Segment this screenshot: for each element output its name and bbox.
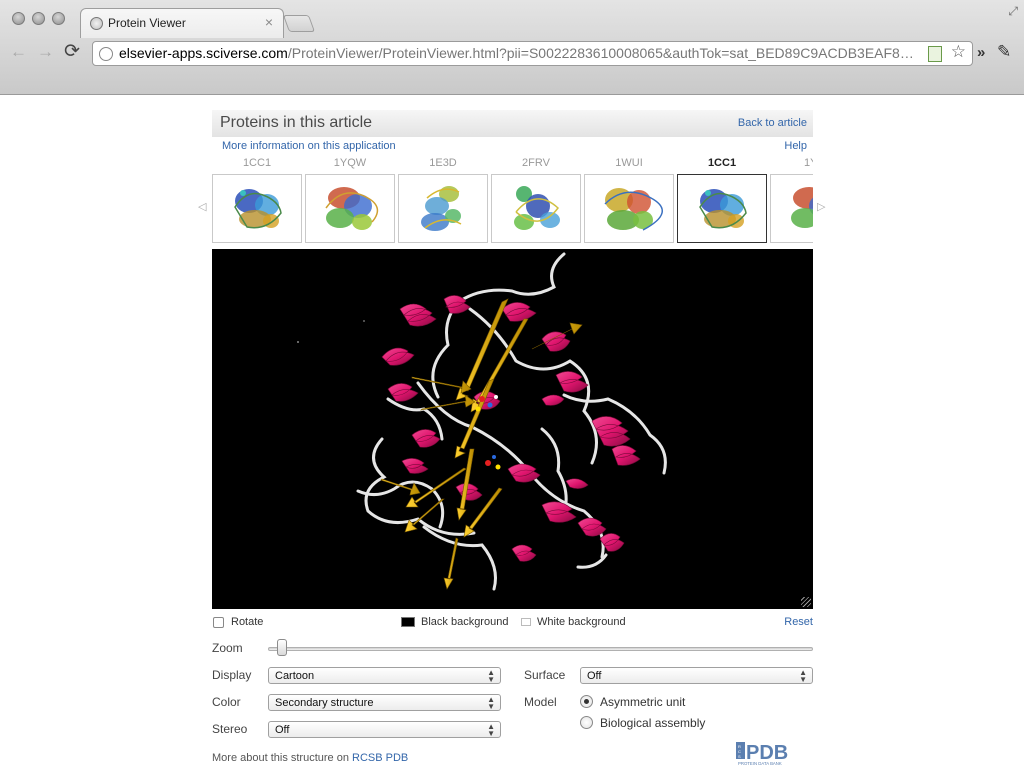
display-label: Display (212, 668, 252, 682)
reload-icon[interactable]: ⟳ (64, 42, 80, 62)
protein-thumbnail[interactable] (212, 174, 302, 243)
help-link[interactable]: Help (784, 140, 807, 152)
select-arrows-icon: ▲ ▼ (799, 668, 807, 684)
color-select[interactable]: Secondary structure ▲ ▼ (268, 694, 501, 711)
protein-thumbnail[interactable] (305, 174, 395, 243)
tab-close-icon[interactable]: × (265, 14, 273, 30)
thumbnail-label: 1WUI (615, 157, 643, 169)
wrench-icon[interactable]: ✎ (997, 42, 1011, 62)
reset-link[interactable]: Reset (784, 616, 813, 628)
footer-text: More about this structure on (212, 752, 349, 764)
rcsb-pdb-link[interactable]: RCSB PDB (352, 752, 408, 764)
page-title: Proteins in this article (220, 114, 373, 131)
protein-thumbnail-image (325, 187, 379, 230)
more-info-link[interactable]: More information on this application (222, 140, 396, 152)
stereo-select[interactable]: Off ▲ ▼ (268, 721, 501, 738)
rotate-label: Rotate (231, 616, 264, 628)
surface-label: Surface (524, 668, 566, 682)
display-select-value: Cartoon (275, 670, 315, 682)
footer-note: More about this structure on RCSB PDB (212, 752, 408, 764)
select-arrows-icon: ▲ ▼ (487, 695, 495, 711)
browser-chrome: Protein Viewer × ⤢ ← → ⟳ elsevier-apps.s… (0, 0, 1024, 95)
protein-thumbnail-image (604, 188, 663, 231)
color-label: Color (212, 695, 241, 709)
protein-thumbnail-image (699, 189, 747, 229)
tab-protein-viewer[interactable]: Protein Viewer × (80, 8, 284, 38)
tab-title: Protein Viewer (108, 16, 186, 30)
back-to-article-link[interactable]: Back to article (738, 117, 807, 129)
svg-text:S: S (738, 754, 741, 759)
svg-text:PROTEIN DATA BANK: PROTEIN DATA BANK (738, 761, 782, 766)
fullscreen-icon[interactable]: ⤢ (1008, 4, 1018, 19)
protein-thumbnail[interactable] (770, 174, 813, 243)
viewer-resize-handle[interactable] (801, 597, 811, 607)
display-select[interactable]: Cartoon ▲ ▼ (268, 667, 501, 684)
asymmetric-unit-label[interactable]: Asymmetric unit (600, 695, 685, 709)
protein-thumbnail[interactable] (398, 174, 488, 243)
site-info-icon[interactable] (99, 47, 113, 61)
white-swatch-icon (521, 618, 531, 626)
black-background-option[interactable]: Black background (401, 616, 508, 628)
bookmark-star-icon[interactable]: ☆ (951, 42, 966, 62)
select-arrows-icon: ▲ ▼ (487, 668, 495, 684)
thumbnail-label: 1YQ (803, 157, 813, 169)
surface-select[interactable]: Off ▲ ▼ (580, 667, 813, 684)
color-select-value: Secondary structure (275, 697, 374, 709)
protein-thumbnail-image (514, 186, 560, 230)
carousel-right-arrow-icon[interactable]: ▷ (817, 200, 825, 213)
rotate-option[interactable]: Rotate (213, 616, 263, 628)
thumbnail-label-selected: 1CC1 (707, 157, 737, 169)
white-background-label: White background (537, 616, 626, 628)
protein-thumbnail-image (421, 186, 462, 231)
protein-structure-render (297, 252, 667, 591)
zoom-slider-track[interactable] (268, 647, 813, 651)
black-background-label: Black background (421, 616, 509, 628)
minimize-window-button[interactable] (32, 12, 45, 25)
thumbnail-label: 2FRV (522, 157, 550, 169)
protein-thumbnail-image (791, 187, 813, 228)
zoom-label: Zoom (212, 641, 243, 655)
thumbnail-label: 1YQW (333, 157, 367, 169)
asymmetric-unit-radio[interactable] (580, 695, 593, 708)
url-text[interactable]: elsevier-apps.sciverse.com/ProteinViewer… (119, 45, 924, 61)
rotate-checkbox[interactable] (213, 616, 224, 628)
carousel-left-arrow-icon[interactable]: ◁ (198, 200, 206, 213)
black-swatch-icon (401, 617, 415, 627)
select-arrows-icon: ▲ ▼ (487, 722, 495, 738)
protein-thumbnail-strip: 1CC1 1YQW 1E3D 2FRV 1WUI 1CC1 1 (212, 157, 813, 243)
stereo-select-value: Off (275, 724, 290, 736)
overflow-chevron-icon[interactable]: » (977, 44, 985, 61)
biological-assembly-radio[interactable] (580, 716, 593, 729)
forward-arrow-icon[interactable]: → (37, 42, 54, 62)
biological-assembly-label[interactable]: Biological assembly (600, 716, 705, 730)
protein-thumbnail-selected[interactable] (677, 174, 767, 243)
white-background-option[interactable]: White background (521, 616, 626, 628)
model-label: Model (524, 695, 557, 709)
zoom-window-button[interactable] (52, 12, 65, 25)
protein-thumbnail[interactable] (491, 174, 581, 243)
back-arrow-icon[interactable]: ← (10, 42, 27, 62)
new-tab-button[interactable] (282, 15, 316, 32)
address-bar[interactable]: elsevier-apps.sciverse.com/ProteinViewer… (92, 41, 973, 66)
thumbnail-label: 1CC1 (242, 157, 272, 169)
surface-select-value: Off (587, 670, 602, 682)
protein-thumbnail-image (234, 189, 282, 229)
stereo-label: Stereo (212, 722, 248, 736)
page-action-icon[interactable] (928, 46, 942, 62)
globe-icon (90, 17, 103, 30)
protein-thumbnail[interactable] (584, 174, 674, 243)
rcsb-pdb-logo[interactable]: R C S PDB PROTEIN DATA BANK (736, 740, 813, 766)
close-window-button[interactable] (12, 12, 25, 25)
molecule-3d-viewer[interactable] (212, 249, 813, 609)
thumbnail-label: 1E3D (429, 157, 457, 169)
panel-header: Proteins in this article Back to article (212, 110, 813, 137)
zoom-slider-thumb[interactable] (277, 639, 287, 656)
